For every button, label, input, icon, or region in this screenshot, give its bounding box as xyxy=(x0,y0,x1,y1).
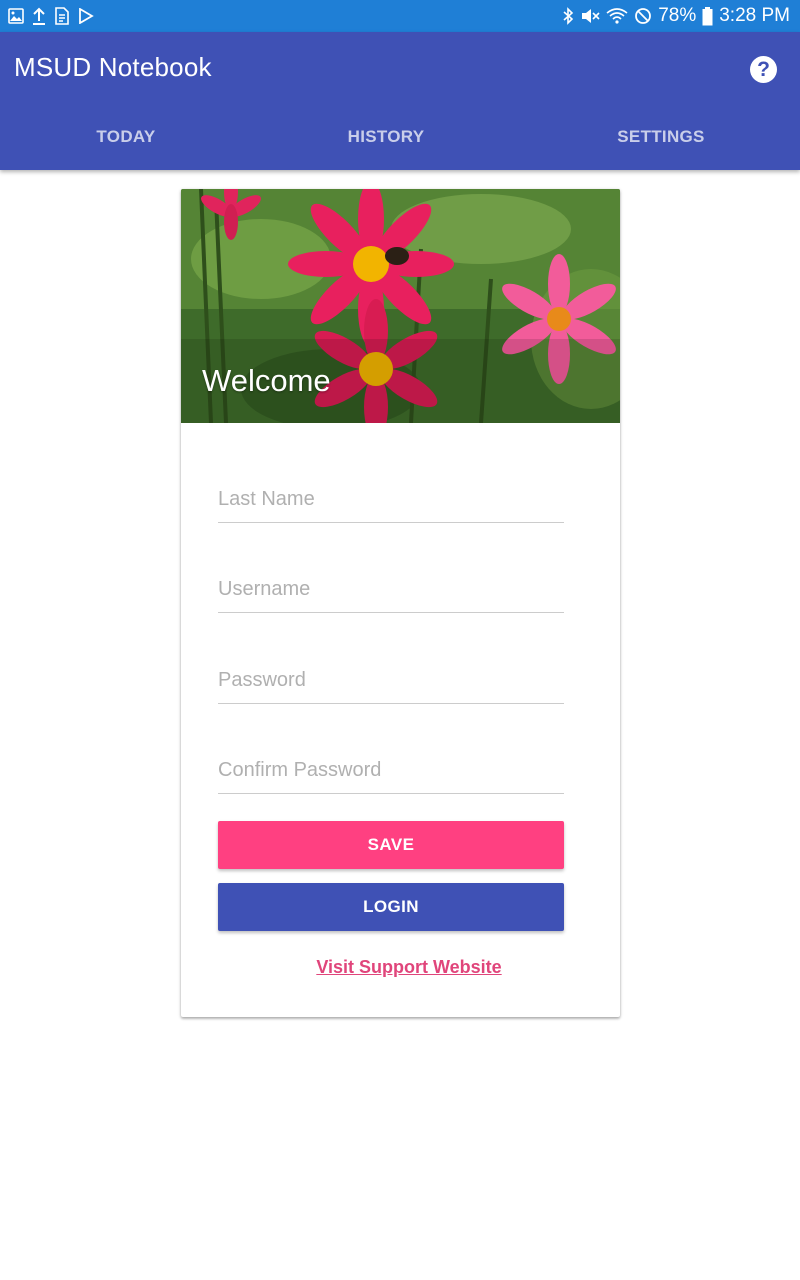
do-not-disturb-icon xyxy=(635,8,652,24)
confirm-password-input[interactable] xyxy=(218,754,564,794)
status-right-icons: 78% 3:28 PM xyxy=(562,4,790,28)
login-button[interactable]: LOGIN xyxy=(218,883,564,931)
welcome-card: Welcome SAVE LOGIN Visit Support Website xyxy=(181,189,620,1017)
app-title: MSUD Notebook xyxy=(14,52,212,82)
password-input[interactable] xyxy=(218,664,564,704)
tab-today[interactable]: TODAY xyxy=(96,127,155,147)
last-name-input[interactable] xyxy=(218,483,564,523)
last-name-field[interactable] xyxy=(218,475,564,523)
battery-percent: 78% xyxy=(658,5,697,26)
status-bar: 78% 3:28 PM xyxy=(0,0,800,32)
confirm-password-field[interactable] xyxy=(218,746,564,794)
username-field[interactable] xyxy=(218,565,564,613)
app-bar: MSUD Notebook ? TODAY HISTORY SETTINGS xyxy=(0,32,800,170)
clock: 3:28 PM xyxy=(719,5,790,26)
sim-card-icon xyxy=(55,7,69,25)
flower-hero-image: Welcome xyxy=(181,189,620,423)
status-left-icons xyxy=(8,6,94,26)
save-button[interactable]: SAVE xyxy=(218,821,564,869)
play-store-icon xyxy=(79,8,94,24)
tab-history[interactable]: HISTORY xyxy=(348,127,425,147)
gallery-icon xyxy=(8,8,24,24)
upload-icon xyxy=(33,7,45,25)
mute-icon xyxy=(582,9,600,23)
tab-settings[interactable]: SETTINGS xyxy=(617,127,704,147)
battery-icon xyxy=(702,6,713,25)
help-icon[interactable]: ? xyxy=(750,56,777,83)
welcome-heading: Welcome xyxy=(202,363,331,398)
password-field[interactable] xyxy=(218,656,564,704)
username-input[interactable] xyxy=(218,573,564,613)
support-website-link[interactable]: Visit Support Website xyxy=(181,957,620,978)
bluetooth-icon xyxy=(563,7,574,25)
wifi-icon xyxy=(606,8,628,24)
